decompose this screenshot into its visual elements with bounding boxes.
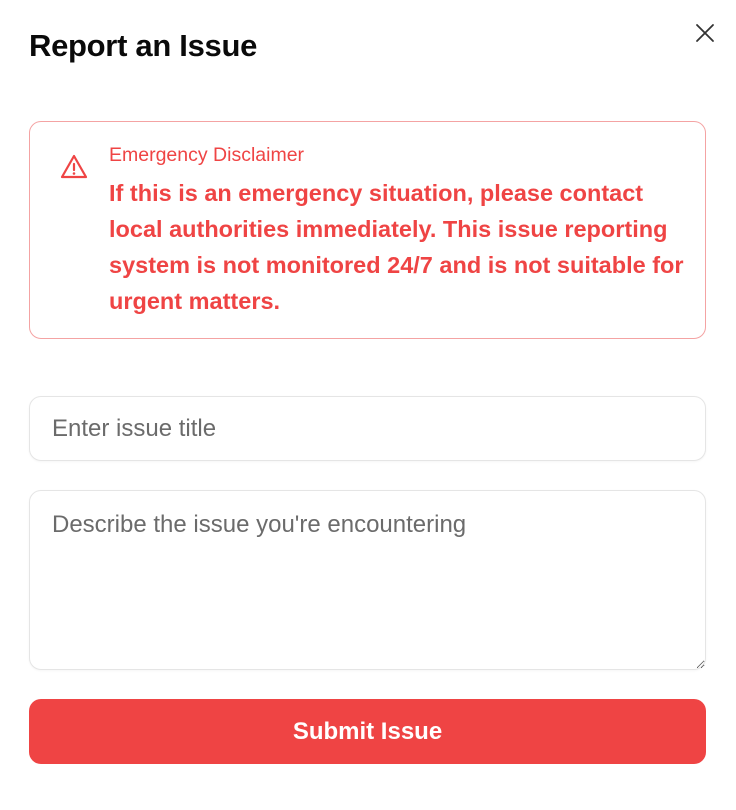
dialog-title: Report an Issue — [29, 28, 258, 63]
close-icon — [696, 24, 714, 42]
issue-title-input[interactable] — [29, 396, 706, 461]
close-button[interactable] — [690, 18, 720, 48]
alert-heading: Emergency Disclaimer — [109, 144, 305, 166]
alert-body: If this is an emergency situation, pleas… — [109, 180, 684, 314]
submit-issue-button[interactable]: Submit Issue — [29, 699, 706, 764]
issue-description-textarea[interactable] — [29, 490, 706, 670]
warning-triangle-icon — [60, 154, 88, 179]
emergency-disclaimer-alert: Emergency Disclaimer If this is an emerg… — [29, 121, 706, 339]
report-issue-dialog: Report an Issue Emergency Disclaimer If … — [0, 0, 736, 810]
